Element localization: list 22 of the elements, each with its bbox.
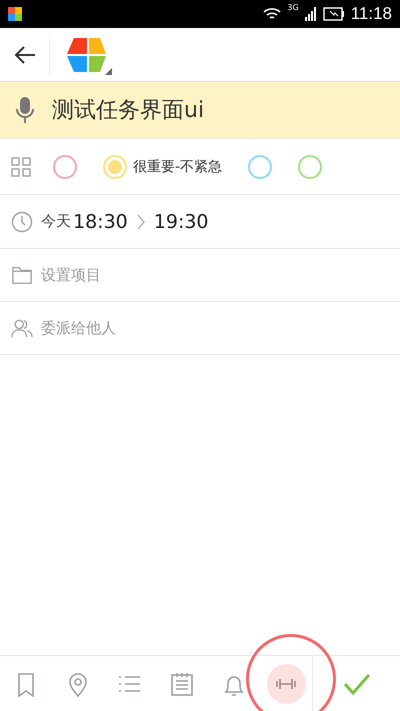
chevron-icon <box>136 214 146 230</box>
signal-icon <box>304 7 317 21</box>
back-arrow-icon[interactable] <box>14 46 36 64</box>
checkmark-icon[interactable] <box>342 672 371 694</box>
microphone-icon[interactable] <box>16 96 34 124</box>
folder-icon <box>11 264 33 286</box>
end-time[interactable]: 19:30 <box>154 210 209 232</box>
network-label: 3G <box>287 3 299 12</box>
clock: 11:18 <box>350 4 392 24</box>
start-day[interactable]: 今天 <box>41 212 71 231</box>
dumbbell-icon[interactable] <box>266 664 306 704</box>
priority-option[interactable] <box>248 154 272 178</box>
battery-icon <box>322 7 345 21</box>
wifi-icon <box>263 7 282 21</box>
clock-icon <box>11 210 33 232</box>
grid-icon <box>11 156 31 176</box>
priority-option[interactable]: 很重要-不紧急 <box>103 154 222 178</box>
app-icon <box>8 7 22 21</box>
priority-option[interactable] <box>53 154 77 178</box>
priority-option[interactable] <box>298 154 322 178</box>
people-icon <box>11 317 33 339</box>
start-time[interactable]: 18:30 <box>73 210 128 232</box>
